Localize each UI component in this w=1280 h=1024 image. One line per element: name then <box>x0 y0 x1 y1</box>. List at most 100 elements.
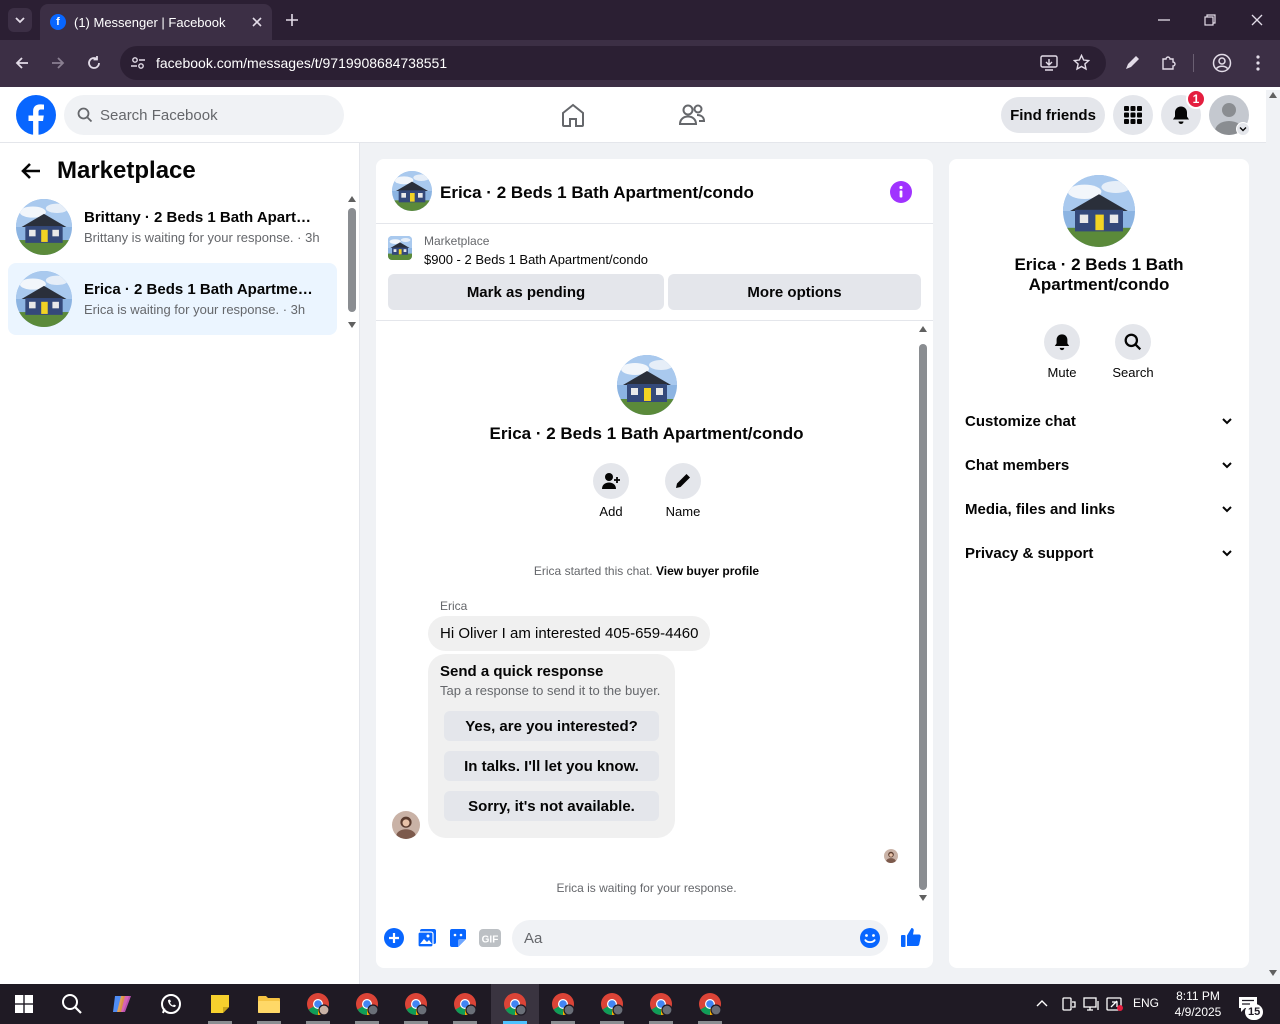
scroll-down-icon <box>1269 970 1277 976</box>
conversation-item-brittany[interactable]: Brittany · 2 Beds 1 Bath Apartment/condo… <box>8 191 337 263</box>
profile-button[interactable] <box>1212 53 1232 73</box>
sidebar-back-button[interactable] <box>20 160 42 182</box>
whatsapp-button[interactable] <box>151 984 191 1024</box>
quick-response-option[interactable]: Yes, are you interested? <box>444 711 659 741</box>
message-bubble[interactable]: Hi Oliver I am interested 405-659-4460 <box>428 616 711 651</box>
message-input-placeholder: Aa <box>524 929 543 947</box>
facebook-search-box[interactable]: Search Facebook <box>64 95 344 135</box>
attach-photo-button[interactable] <box>417 928 437 948</box>
file-explorer-button[interactable] <box>249 984 289 1024</box>
restore-icon <box>1204 14 1216 26</box>
chrome-window-button[interactable] <box>592 984 632 1024</box>
clock[interactable]: 8:11 PM 4/9/2025 <box>1165 988 1231 1020</box>
search-in-conversation-button[interactable] <box>1115 324 1151 360</box>
conversation-item-erica[interactable]: Erica · 2 Beds 1 Bath Apartment/condo Er… <box>8 263 337 335</box>
media-files-links-section[interactable]: Media, files and links <box>965 487 1233 531</box>
chrome-window-button[interactable] <box>396 984 436 1024</box>
tab-search-button[interactable] <box>8 8 32 32</box>
gif-button[interactable]: GIF <box>479 928 501 948</box>
home-nav-button[interactable] <box>560 102 586 128</box>
chrome-window-button[interactable] <box>690 984 730 1024</box>
chat-scrollbar[interactable] <box>917 324 929 904</box>
quick-response-option[interactable]: Sorry, it's not available. <box>444 791 659 821</box>
close-tab-icon[interactable] <box>252 17 262 27</box>
address-bar[interactable]: facebook.com/messages/t/9719908684738551 <box>120 46 1106 80</box>
sticker-button[interactable] <box>448 928 468 948</box>
customize-chat-section[interactable]: Customize chat <box>965 399 1233 443</box>
privacy-support-section[interactable]: Privacy & support <box>965 531 1233 575</box>
chevron-down-icon <box>1222 550 1232 557</box>
copilot-button[interactable] <box>102 984 142 1024</box>
more-actions-button[interactable] <box>384 928 404 948</box>
back-button[interactable] <box>14 55 30 71</box>
chrome-icon <box>650 993 673 1016</box>
kebab-menu-icon <box>1256 55 1260 71</box>
details-avatar[interactable] <box>1063 175 1135 247</box>
start-button[interactable] <box>4 984 44 1024</box>
site-settings-icon[interactable] <box>130 55 146 71</box>
message-input[interactable]: Aa <box>512 920 888 956</box>
close-window-button[interactable] <box>1250 13 1264 27</box>
friends-nav-button[interactable] <box>678 102 706 128</box>
url-text: facebook.com/messages/t/9719908684738551 <box>156 55 448 71</box>
chrome-window-button[interactable] <box>543 984 583 1024</box>
forward-button[interactable] <box>50 55 66 71</box>
meet-now-tray-icon[interactable] <box>1060 996 1076 1012</box>
chat-members-section[interactable]: Chat members <box>965 443 1233 487</box>
account-menu-chevron[interactable] <box>1236 122 1250 136</box>
emoji-icon[interactable] <box>860 928 880 948</box>
view-buyer-profile-link[interactable]: View buyer profile <box>656 564 759 578</box>
restore-button[interactable] <box>1203 13 1217 27</box>
chrome-window-button[interactable] <box>347 984 387 1024</box>
chrome-icon <box>356 993 379 1016</box>
new-tab-button[interactable] <box>284 12 300 28</box>
section-label: Media, files and links <box>965 500 1116 518</box>
install-app-icon[interactable] <box>1040 55 1058 71</box>
chrome-window-button[interactable] <box>445 984 485 1024</box>
find-friends-button[interactable]: Find friends <box>1001 97 1105 133</box>
pen-extension-button[interactable] <box>1124 55 1140 71</box>
edit-name-button[interactable] <box>665 463 701 499</box>
extensions-button[interactable] <box>1160 54 1178 72</box>
sidebar-scrollbar[interactable] <box>346 194 358 330</box>
sticky-notes-button[interactable] <box>200 984 240 1024</box>
battery-tray-icon[interactable] <box>1106 996 1124 1012</box>
chat-header-title[interactable]: Erica · 2 Beds 1 Bath Apartment/condo <box>440 183 754 203</box>
input-language[interactable]: ENG <box>1133 996 1159 1010</box>
friends-icon <box>678 104 706 125</box>
whatsapp-icon <box>161 994 181 1014</box>
show-hidden-icons-button[interactable] <box>1035 997 1049 1011</box>
chat-header-avatar[interactable] <box>392 171 432 211</box>
browser-tab-active[interactable]: f (1) Messenger | Facebook <box>40 4 272 40</box>
battery-warning-icon <box>1106 997 1123 1011</box>
sidebar-scroll-thumb[interactable] <box>348 208 356 312</box>
quick-response-option[interactable]: In talks. I'll let you know. <box>444 751 659 781</box>
listing-thumbnail[interactable] <box>388 236 412 260</box>
grid-menu-icon <box>1124 106 1142 124</box>
add-people-button[interactable] <box>593 463 629 499</box>
search-label: Search <box>1112 365 1154 380</box>
bookmark-star-icon[interactable] <box>1073 54 1090 71</box>
chat-scroll-thumb[interactable] <box>919 344 927 890</box>
page-scrollbar[interactable] <box>1266 90 1280 984</box>
sender-avatar[interactable] <box>392 811 420 839</box>
mark-as-pending-button[interactable]: Mark as pending <box>388 274 664 310</box>
send-like-button[interactable] <box>900 926 922 948</box>
chrome-window-button[interactable] <box>641 984 681 1024</box>
puzzle-icon <box>1162 56 1176 70</box>
waiting-notice: Erica is waiting for your response. <box>556 881 737 895</box>
chrome-window-button-active[interactable] <box>491 984 539 1024</box>
listing-summary[interactable]: $900 - 2 Beds 1 Bath Apartment/condo <box>424 252 648 267</box>
mute-button[interactable] <box>1044 324 1080 360</box>
menu-button[interactable] <box>1113 95 1153 135</box>
chat-profile-avatar[interactable] <box>617 355 677 415</box>
browser-menu-button[interactable] <box>1252 54 1264 72</box>
network-tray-icon[interactable] <box>1083 996 1101 1012</box>
facebook-logo[interactable] <box>16 95 56 135</box>
minimize-button[interactable] <box>1156 13 1172 27</box>
chrome-window-button[interactable] <box>298 984 338 1024</box>
reload-button[interactable] <box>86 55 102 71</box>
taskbar-search-button[interactable] <box>52 984 92 1024</box>
conversation-info-button[interactable] <box>890 181 912 203</box>
more-options-button[interactable]: More options <box>668 274 921 310</box>
